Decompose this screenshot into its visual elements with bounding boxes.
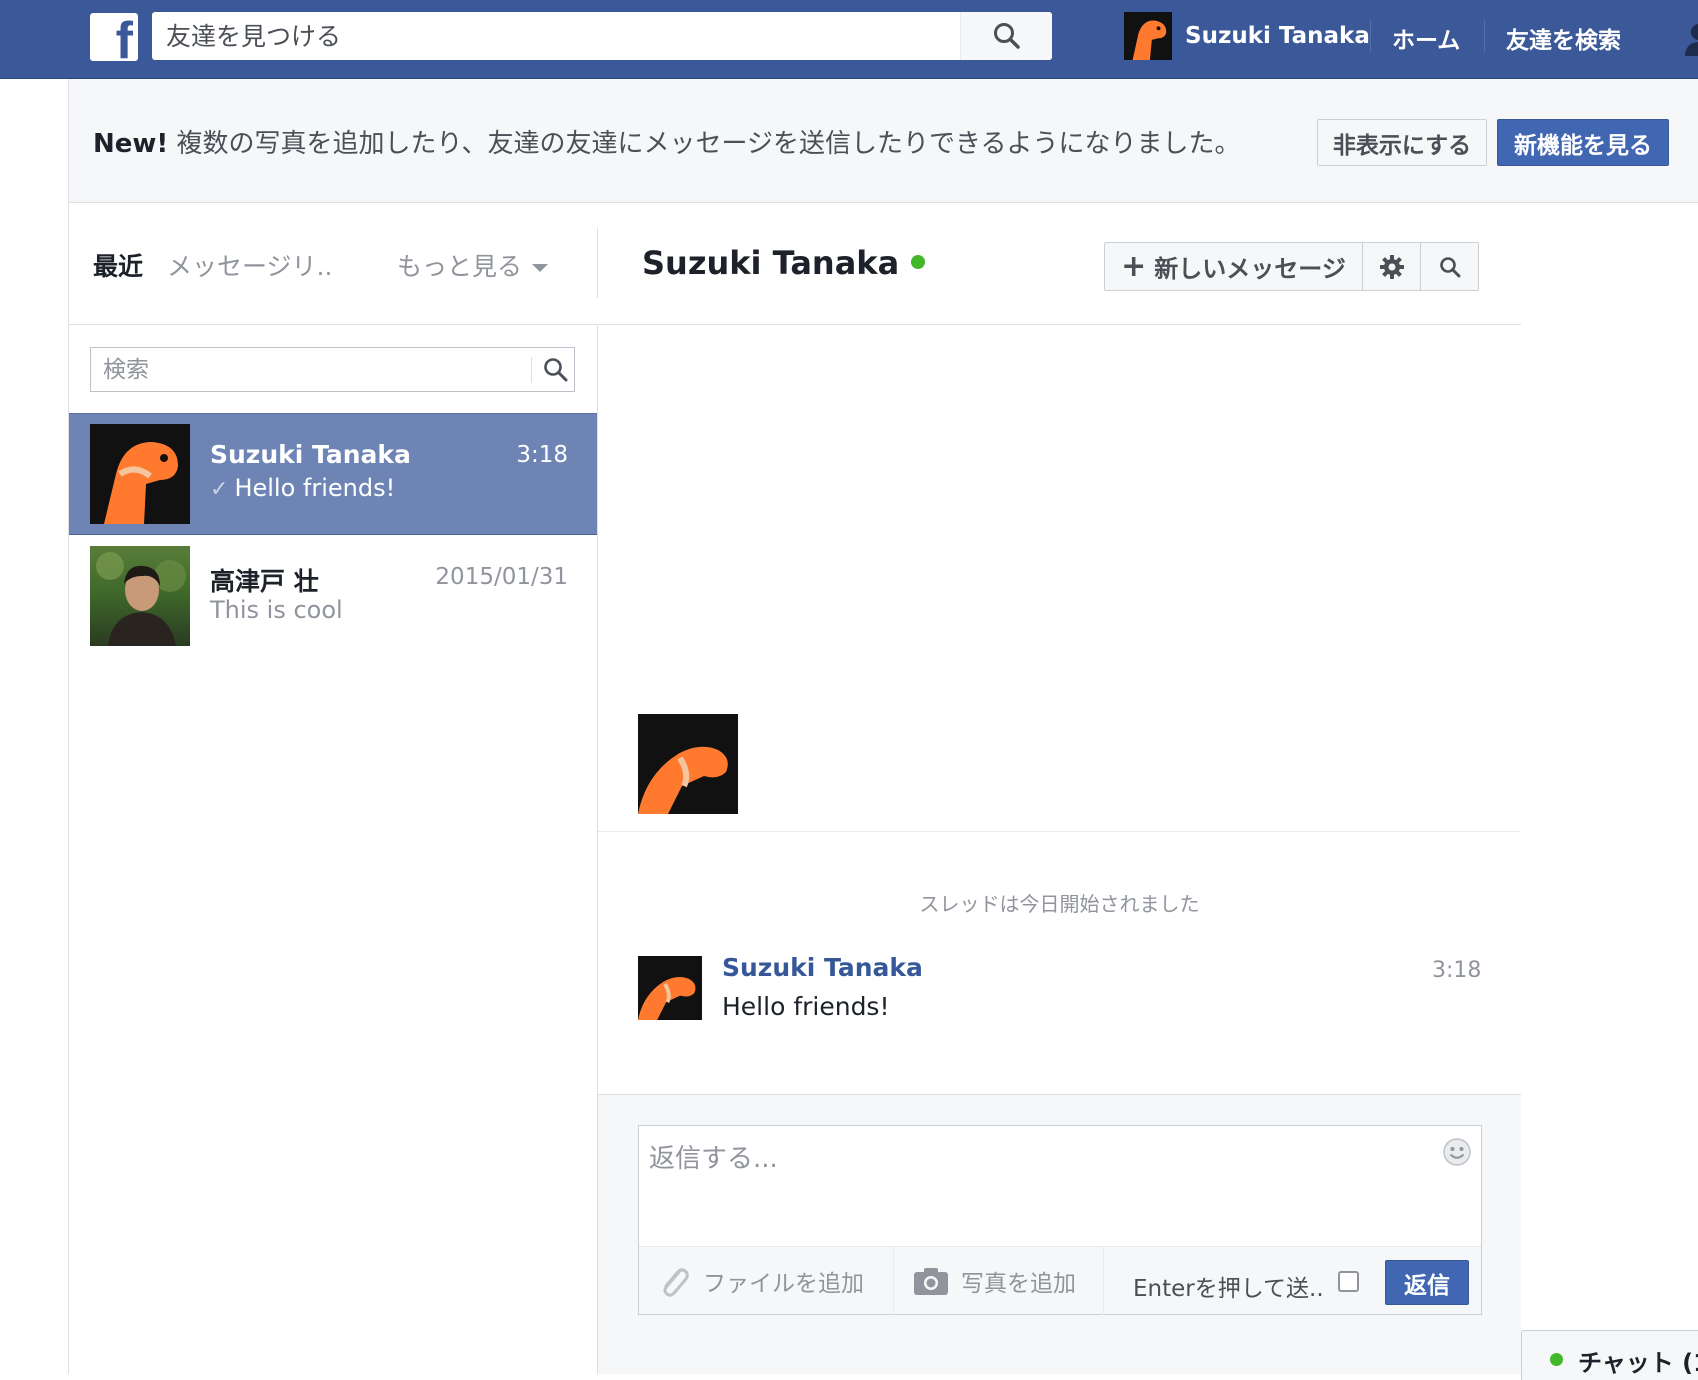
new-message-label: 新しいメッセージ bbox=[1154, 255, 1346, 283]
online-status-icon bbox=[1550, 1353, 1563, 1366]
gear-icon bbox=[1379, 254, 1404, 279]
new-message-button[interactable]: + 新しいメッセージ bbox=[1105, 243, 1363, 290]
search-icon bbox=[1439, 256, 1460, 277]
see-new-features-button[interactable]: 新機能を見る bbox=[1497, 119, 1669, 166]
banner-text: New! 複数の写真を追加したり、友達の友達にメッセージを送信したりできるように… bbox=[93, 123, 1240, 160]
tab-message-requests[interactable]: メッセージリ.. bbox=[167, 247, 332, 283]
settings-button[interactable] bbox=[1363, 243, 1421, 290]
conversation-name: Suzuki Tanaka bbox=[210, 440, 411, 469]
add-file-label: ファイルを追加 bbox=[703, 1271, 864, 1297]
nav-find-friends-link[interactable]: 友達を検索 bbox=[1506, 21, 1621, 55]
thread-title: Suzuki Tanaka bbox=[642, 244, 926, 282]
composer-toolbar: ファイルを追加 写真を追加 Enterを押して送.. 返信 bbox=[639, 1246, 1481, 1315]
conversation-search-input[interactable] bbox=[91, 348, 531, 391]
nav-profile-link[interactable]: Suzuki Tanaka bbox=[1124, 12, 1370, 60]
conversation-name: 高津戸 壮 bbox=[210, 567, 319, 596]
new-features-banner: New! 複数の写真を追加したり、友達の友達にメッセージを送信したりできるように… bbox=[69, 79, 1698, 203]
thread-title-name: Suzuki Tanaka bbox=[642, 244, 900, 282]
online-status-icon bbox=[911, 255, 926, 269]
nav-divider bbox=[1484, 20, 1485, 52]
find-friends-search-input[interactable] bbox=[152, 12, 960, 60]
nav-divider bbox=[1370, 20, 1371, 52]
banner-message: 複数の写真を追加したり、友達の友達にメッセージを送信したりできるようになりました… bbox=[176, 129, 1241, 159]
conversation-time: 3:18 bbox=[516, 442, 568, 468]
tab-recent[interactable]: 最近 bbox=[93, 247, 143, 283]
conversation-time: 2015/01/31 bbox=[435, 564, 568, 590]
add-photo-label: 写真を追加 bbox=[961, 1271, 1076, 1297]
message-text: Hello friends! bbox=[722, 992, 890, 1021]
message-author-avatar[interactable] bbox=[638, 956, 702, 1020]
enter-to-send-checkbox[interactable] bbox=[1338, 1271, 1359, 1292]
avatar bbox=[90, 546, 190, 646]
add-file-button[interactable]: ファイルを追加 bbox=[657, 1247, 864, 1315]
add-photo-button[interactable]: 写真を追加 bbox=[913, 1247, 1076, 1315]
conversation-snippet: This is cool bbox=[210, 596, 343, 624]
friend-requests-icon[interactable] bbox=[1684, 22, 1698, 56]
thread-header: Suzuki Tanaka + 新しいメッセージ bbox=[598, 204, 1521, 325]
message-folder-tabs: 最近 メッセージリ.. もっと見る bbox=[69, 204, 597, 325]
reply-input[interactable] bbox=[639, 1126, 1419, 1244]
message-author-name[interactable]: Suzuki Tanaka bbox=[722, 953, 923, 982]
thread-actions: + 新しいメッセージ bbox=[1104, 242, 1479, 291]
facebook-logo[interactable]: f bbox=[90, 13, 138, 61]
toolbar-divider bbox=[1103, 1247, 1104, 1315]
conversation-item-suzuki-tanaka[interactable]: Suzuki Tanaka ✓ Hello friends! 3:18 bbox=[69, 413, 597, 535]
conversation-item-takatsudo[interactable]: 高津戸 壮 This is cool 2015/01/31 bbox=[69, 536, 597, 658]
thread-started-notice: スレッドは今日開始されました bbox=[919, 892, 1200, 916]
message-time: 3:18 bbox=[1432, 958, 1482, 983]
profile-avatar bbox=[1124, 12, 1172, 60]
banner-new-label: New! bbox=[93, 129, 169, 159]
thread-participant-avatar[interactable] bbox=[638, 714, 738, 814]
search-divider bbox=[531, 357, 532, 383]
top-search-button[interactable] bbox=[960, 12, 1052, 60]
conversation-snippet-text: Hello friends! bbox=[234, 474, 396, 502]
search-thread-button[interactable] bbox=[1421, 243, 1478, 290]
nav-home-link[interactable]: ホーム bbox=[1392, 21, 1460, 55]
top-bar: f Suzuki Tanaka ホーム 友達を検索 bbox=[0, 0, 1698, 79]
reply-button[interactable]: 返信 bbox=[1385, 1260, 1469, 1305]
toolbar-divider bbox=[893, 1247, 894, 1315]
hide-banner-button[interactable]: 非表示にする bbox=[1317, 119, 1487, 166]
tab-more-dropdown[interactable]: もっと見る bbox=[397, 247, 549, 283]
check-icon: ✓ bbox=[210, 477, 229, 502]
avatar bbox=[90, 424, 190, 524]
conversation-search-box bbox=[90, 347, 575, 392]
chat-sidebar-tab[interactable]: チャット (1 bbox=[1521, 1330, 1698, 1380]
top-search-box bbox=[152, 12, 1052, 60]
camera-icon bbox=[914, 1268, 948, 1295]
search-icon[interactable] bbox=[543, 357, 569, 383]
chat-tab-label: チャット (1 bbox=[1578, 1349, 1698, 1377]
enter-to-send-label: Enterを押して送.. bbox=[1133, 1276, 1324, 1302]
nav-user-name: Suzuki Tanaka bbox=[1185, 23, 1370, 49]
chevron-down-icon bbox=[532, 264, 549, 272]
emoji-icon[interactable] bbox=[1442, 1137, 1472, 1167]
plus-icon: + bbox=[1121, 248, 1147, 284]
reply-composer: ファイルを追加 写真を追加 Enterを押して送.. 返信 bbox=[638, 1125, 1482, 1315]
conversation-snippet: ✓ Hello friends! bbox=[210, 474, 395, 502]
thread-divider bbox=[598, 831, 1521, 832]
search-icon bbox=[994, 23, 1020, 49]
paperclip-icon bbox=[663, 1268, 689, 1297]
tab-more-label: もっと見る bbox=[397, 252, 523, 281]
